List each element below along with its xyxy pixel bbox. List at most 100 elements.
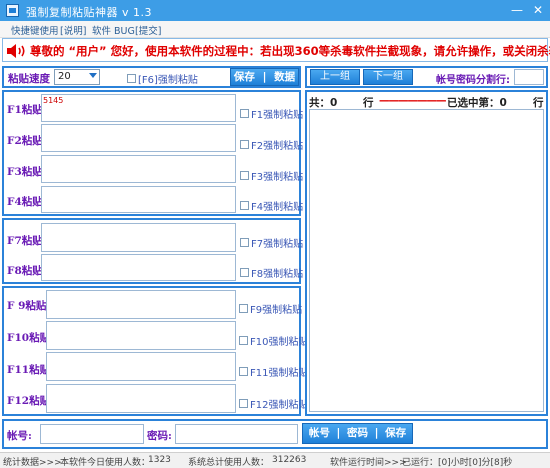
- runtime-label: 软件运行时间>>>: [330, 458, 407, 468]
- speed-select[interactable]: 20: [54, 69, 100, 85]
- f9-label: F 9粘贴: [7, 300, 47, 312]
- f1-label: F1粘贴: [7, 104, 43, 116]
- checkbox-icon: [240, 201, 249, 210]
- f7-force-label: F7强制粘贴: [251, 239, 304, 250]
- next-group-button[interactable]: 下一组: [363, 69, 413, 85]
- f7-paste-input[interactable]: [41, 223, 236, 252]
- f8-force-checkbox[interactable]: F8强制粘贴: [240, 265, 303, 280]
- prev-group-button[interactable]: 上一组: [310, 69, 360, 85]
- f9-force-checkbox[interactable]: F9强制粘贴: [239, 301, 302, 316]
- save-button[interactable]: 保存: [385, 424, 406, 443]
- f10-paste-input[interactable]: [46, 321, 236, 350]
- f1-force-checkbox[interactable]: F1强制粘贴: [240, 106, 303, 121]
- f2-paste-input[interactable]: [41, 124, 236, 152]
- paste-group-2: F7粘贴 F7强制粘贴 F8粘贴 F8强制粘贴: [2, 218, 303, 284]
- f12-paste-input[interactable]: [46, 384, 236, 413]
- account-label: 帐号:: [7, 430, 32, 442]
- total-users-label: 系统总计使用人数：: [188, 458, 270, 468]
- f12-force-label: F12强制粘贴: [250, 400, 309, 411]
- checkbox-icon: [239, 367, 248, 376]
- separator-label: 帐号密码分割行:: [436, 75, 510, 86]
- group-nav-panel: 上一组 下一组 帐号密码分割行:: [305, 66, 548, 88]
- f6-force-paste-label: [F6]强制粘贴: [138, 75, 198, 86]
- f4-force-checkbox[interactable]: F4强制粘贴: [240, 198, 303, 213]
- today-users-label: 本软件今日使用人数：: [60, 458, 151, 468]
- f8-paste-input[interactable]: [41, 254, 236, 281]
- account-button[interactable]: 帐号: [309, 424, 330, 443]
- f4-paste-input[interactable]: [41, 186, 236, 213]
- f1-paste-input[interactable]: 5145: [41, 94, 236, 122]
- f3-force-checkbox[interactable]: F3强制粘贴: [240, 168, 303, 183]
- f12-label: F12粘贴: [7, 395, 51, 407]
- f8-label: F8粘贴: [7, 265, 43, 277]
- f9-force-label: F9强制粘贴: [250, 305, 303, 316]
- window-title: 强制复制粘贴神器 v 1.3: [26, 6, 152, 19]
- password-label: 密码:: [147, 430, 172, 442]
- save-label[interactable]: 保存: [234, 69, 255, 85]
- password-button[interactable]: 密码: [347, 424, 368, 443]
- f11-paste-input[interactable]: [46, 352, 236, 381]
- f4-force-label: F4强制粘贴: [251, 202, 304, 213]
- total-users-value: 312263: [272, 455, 307, 465]
- notice-bar: 尊敬的 “用户” 您好，使用本软件的过程中：若出现360等杀毒软件拦截现象，请允…: [2, 38, 550, 62]
- speaker-icon: [7, 44, 25, 58]
- f12-force-checkbox[interactable]: F12强制粘贴: [239, 396, 308, 411]
- f3-paste-input[interactable]: [41, 155, 236, 183]
- status-bar: 统计数据>>> 本软件今日使用人数： 1323 系统总计使用人数： 312263…: [0, 452, 550, 468]
- chevron-down-icon: [89, 73, 97, 78]
- f3-label: F3粘贴: [7, 166, 43, 178]
- paste-group-3: F 9粘贴 F9强制粘贴 F10粘贴 F10强制粘贴 F11粘贴 F11强制粘贴…: [2, 286, 308, 416]
- checkbox-icon: [239, 336, 248, 345]
- f7-force-checkbox[interactable]: F7强制粘贴: [240, 235, 303, 250]
- checkbox-icon: [240, 268, 249, 277]
- f9-paste-input[interactable]: [46, 290, 236, 319]
- checkbox-icon: [239, 304, 248, 313]
- f10-force-label: F10强制粘贴: [250, 337, 309, 348]
- row-label-2: 行: [533, 97, 544, 109]
- app-icon: [6, 4, 19, 17]
- credentials-panel: 帐号: 密码: 帐号 | 密码 | 保存: [2, 419, 548, 449]
- menu-bar: 快捷键使用 [说明] 软件 BUG [提交]: [0, 21, 550, 38]
- f2-force-label: F2强制粘贴: [251, 141, 304, 152]
- f11-force-checkbox[interactable]: F11强制粘贴: [239, 364, 308, 379]
- f6-force-paste-checkbox[interactable]: [F6]强制粘贴: [127, 71, 198, 86]
- divider-dashes: ———————: [379, 95, 446, 107]
- menu-software-bug[interactable]: 软件 BUG: [92, 23, 135, 37]
- checkbox-icon: [240, 171, 249, 180]
- save-data-button[interactable]: 保存 | 数据: [230, 68, 299, 86]
- minimize-button[interactable]: —: [508, 2, 526, 18]
- menu-instructions[interactable]: [说明]: [60, 23, 86, 37]
- f4-label: F4粘贴: [7, 196, 43, 208]
- total-count: 共：0: [309, 97, 338, 109]
- menu-submit[interactable]: [提交]: [135, 23, 161, 37]
- password-input[interactable]: [175, 424, 298, 444]
- f10-label: F10粘贴: [7, 332, 51, 344]
- f10-force-checkbox[interactable]: F10强制粘贴: [239, 333, 308, 348]
- notice-text: 尊敬的 “用户” 您好，使用本软件的过程中：若出现360等杀毒软件拦截现象，请允…: [30, 44, 550, 58]
- paste-group-1: F1粘贴 5145 F1强制粘贴 F2粘贴 F2强制粘贴 F3粘贴 F3强制粘贴…: [2, 90, 303, 216]
- separator-input[interactable]: [514, 69, 544, 85]
- close-button[interactable]: ✕: [529, 2, 547, 18]
- f1-input-value: 5145: [43, 96, 64, 105]
- f2-label: F2粘贴: [7, 135, 43, 147]
- data-label[interactable]: 数据: [274, 69, 295, 85]
- f7-label: F7粘贴: [7, 235, 43, 247]
- speed-value: 20: [58, 71, 71, 82]
- account-input[interactable]: [40, 424, 144, 444]
- account-list-panel: 共：0 行 ——————— 已选中第：0 行: [305, 90, 548, 416]
- today-users-value: 1323: [148, 455, 171, 465]
- f1-force-label: F1强制粘贴: [251, 110, 304, 121]
- account-list[interactable]: [309, 109, 544, 412]
- credentials-action-bar: 帐号 | 密码 | 保存: [302, 423, 413, 444]
- menu-shortcut-usage[interactable]: 快捷键使用: [11, 23, 59, 37]
- checkbox-icon: [240, 238, 249, 247]
- checkbox-icon: [240, 109, 249, 118]
- speed-label: 粘贴速度: [8, 73, 50, 85]
- f2-force-checkbox[interactable]: F2强制粘贴: [240, 137, 303, 152]
- f11-force-label: F11强制粘贴: [250, 368, 309, 379]
- f11-label: F11粘贴: [7, 364, 51, 376]
- f3-force-label: F3强制粘贴: [251, 172, 304, 183]
- selected-index: 已选中第：0: [447, 97, 507, 109]
- checkbox-icon: [239, 399, 248, 408]
- checkbox-icon: [240, 140, 249, 149]
